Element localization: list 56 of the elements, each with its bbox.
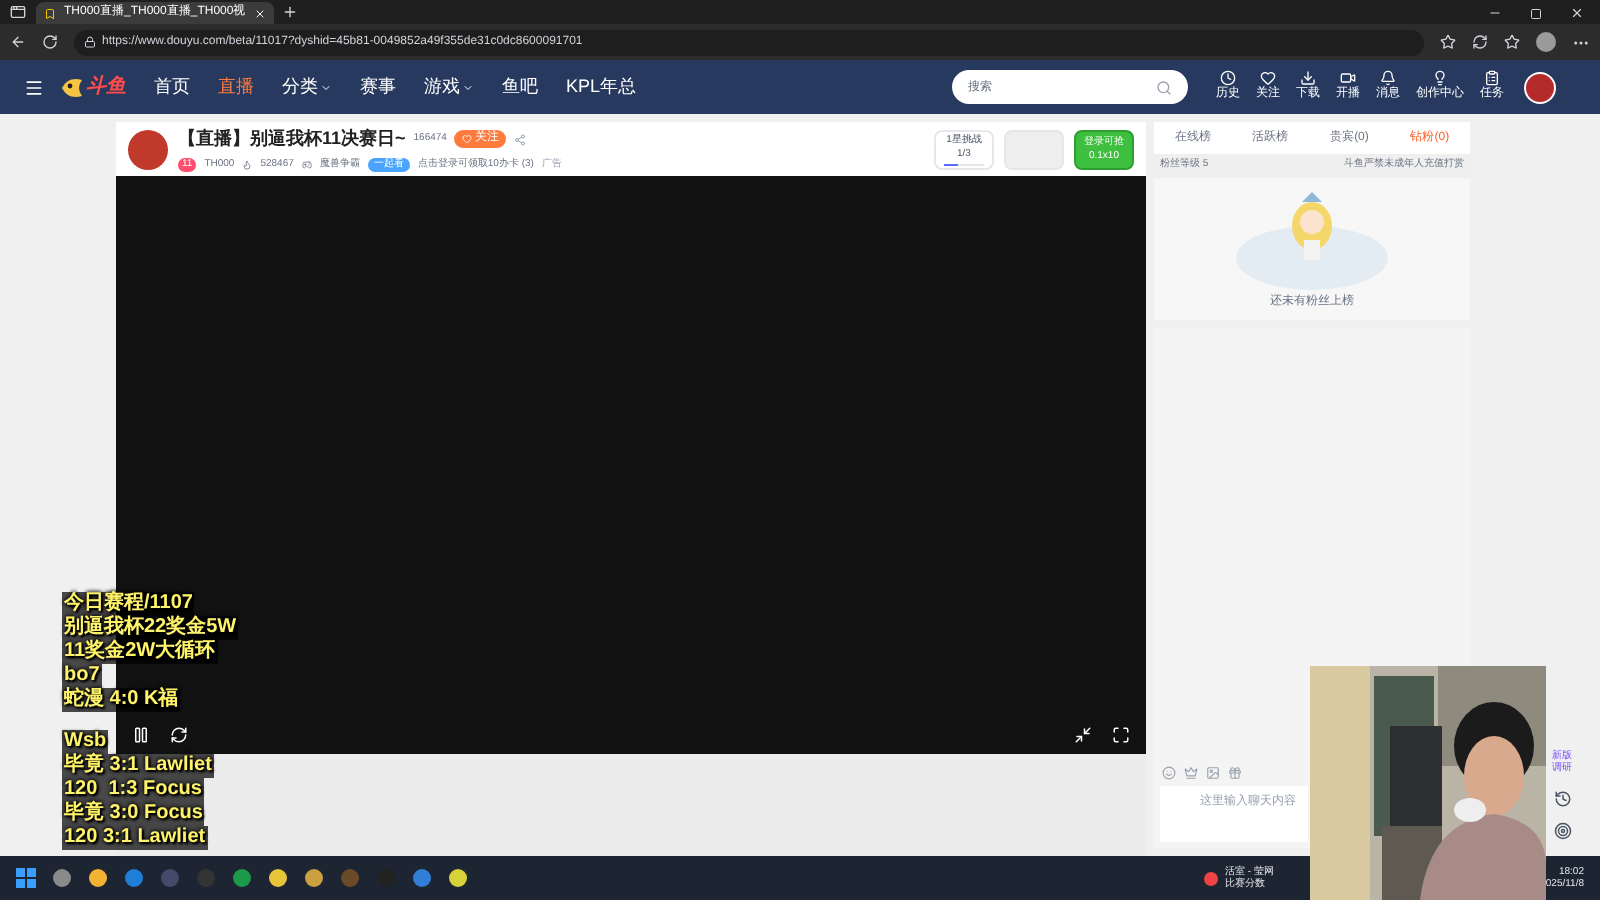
close-tab-icon[interactable] bbox=[253, 7, 266, 19]
empty-card bbox=[1004, 129, 1064, 169]
sync-icon[interactable] bbox=[1472, 34, 1488, 50]
overlay-text: 蛇漫 4:0 K福 bbox=[62, 688, 181, 712]
favorite-icon[interactable] bbox=[1440, 34, 1456, 50]
notification-icon bbox=[1204, 871, 1219, 885]
close-window-icon[interactable] bbox=[1570, 6, 1584, 20]
nav-link[interactable]: 首页 bbox=[154, 73, 190, 101]
overlay-text: 毕竟 3:1 Lawliet bbox=[62, 754, 214, 778]
lock-icon bbox=[84, 36, 96, 48]
nav-link[interactable]: 游戏 bbox=[424, 73, 474, 101]
user-avatar[interactable] bbox=[1524, 71, 1556, 103]
menu-icon[interactable] bbox=[24, 77, 44, 97]
fullscreen-icon[interactable] bbox=[1112, 726, 1130, 744]
overlay-text: 11奖金2W大循环 bbox=[62, 640, 218, 664]
nav-link[interactable]: 分类 bbox=[282, 73, 332, 101]
overlay-text: 120 1:3 Focus bbox=[62, 778, 204, 802]
overlay-text: Wsb bbox=[62, 730, 109, 754]
refresh-icon[interactable] bbox=[170, 726, 188, 744]
flame-icon bbox=[242, 159, 253, 170]
new-tab-icon[interactable] bbox=[281, 4, 298, 20]
nav-link[interactable]: KPL年总 bbox=[566, 73, 637, 101]
restore-icon[interactable] bbox=[1530, 8, 1542, 20]
overlay-text: 别逼我杯22奖金5W bbox=[62, 616, 239, 640]
nav-link[interactable]: 赛事 bbox=[360, 73, 396, 101]
overlay-text: bo7 bbox=[62, 664, 102, 688]
follow-icon bbox=[1260, 70, 1276, 86]
overlay-text: 120 3:1 Lawliet bbox=[62, 826, 208, 850]
streamer-avatar[interactable] bbox=[128, 129, 168, 169]
minimize-icon[interactable] bbox=[1488, 6, 1502, 20]
search-icon[interactable] bbox=[1156, 79, 1172, 95]
overlay-text: 毕竟 3:0 Focus bbox=[62, 802, 205, 826]
history-icon bbox=[1220, 70, 1236, 86]
favorites-icon[interactable] bbox=[1504, 34, 1520, 50]
back-icon[interactable] bbox=[10, 34, 26, 50]
creator-icon bbox=[1432, 70, 1448, 86]
nav-link[interactable]: 直播 bbox=[218, 73, 254, 101]
profile-avatar[interactable] bbox=[1536, 32, 1556, 52]
room-title: 【直播】别逼我杯11决赛日~ bbox=[178, 126, 406, 152]
task-icon bbox=[1484, 70, 1500, 86]
target-icon[interactable] bbox=[1553, 821, 1571, 839]
reload-icon[interactable] bbox=[42, 34, 58, 50]
tab-actions-icon[interactable] bbox=[10, 4, 26, 20]
nav-link[interactable]: 鱼吧 bbox=[502, 73, 538, 101]
download-icon bbox=[1300, 70, 1316, 86]
start-icon[interactable] bbox=[16, 868, 36, 888]
message-icon bbox=[1380, 70, 1396, 86]
favicon-icon bbox=[44, 7, 56, 19]
gamepad-icon bbox=[301, 159, 312, 170]
history-icon[interactable] bbox=[1553, 789, 1571, 807]
live-icon bbox=[1340, 70, 1356, 86]
overlay-text: 今日赛程/1107 bbox=[62, 592, 195, 616]
pause-icon[interactable] bbox=[132, 726, 150, 744]
exit-fullscreen-icon[interactable] bbox=[1074, 726, 1092, 744]
logo-icon bbox=[60, 75, 84, 99]
heart-icon bbox=[462, 134, 473, 145]
